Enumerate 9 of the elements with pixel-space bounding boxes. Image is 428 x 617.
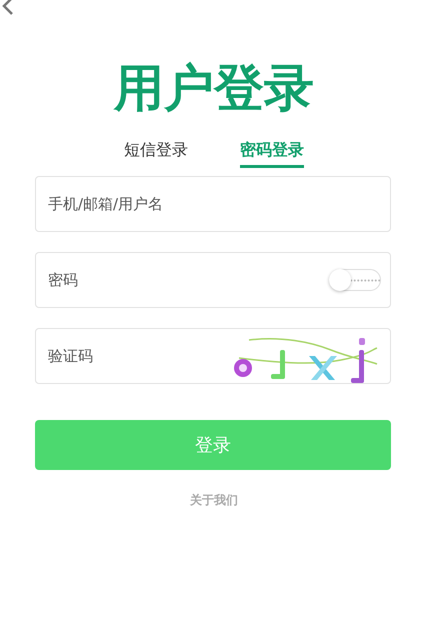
login-tab[interactable]: 密码登录: [240, 140, 304, 168]
username-field[interactable]: 手机/邮箱/用户名: [35, 176, 391, 232]
page-title: 用户登录: [114, 58, 314, 119]
login-tab[interactable]: 短信登录: [124, 140, 188, 168]
password-field[interactable]: 密码: [35, 252, 391, 308]
captcha-field[interactable]: 验证码: [35, 328, 391, 384]
login-button[interactable]: 登录: [35, 420, 391, 470]
password-visibility-toggle[interactable]: [329, 269, 381, 291]
about-link[interactable]: 关于我们: [190, 492, 238, 509]
